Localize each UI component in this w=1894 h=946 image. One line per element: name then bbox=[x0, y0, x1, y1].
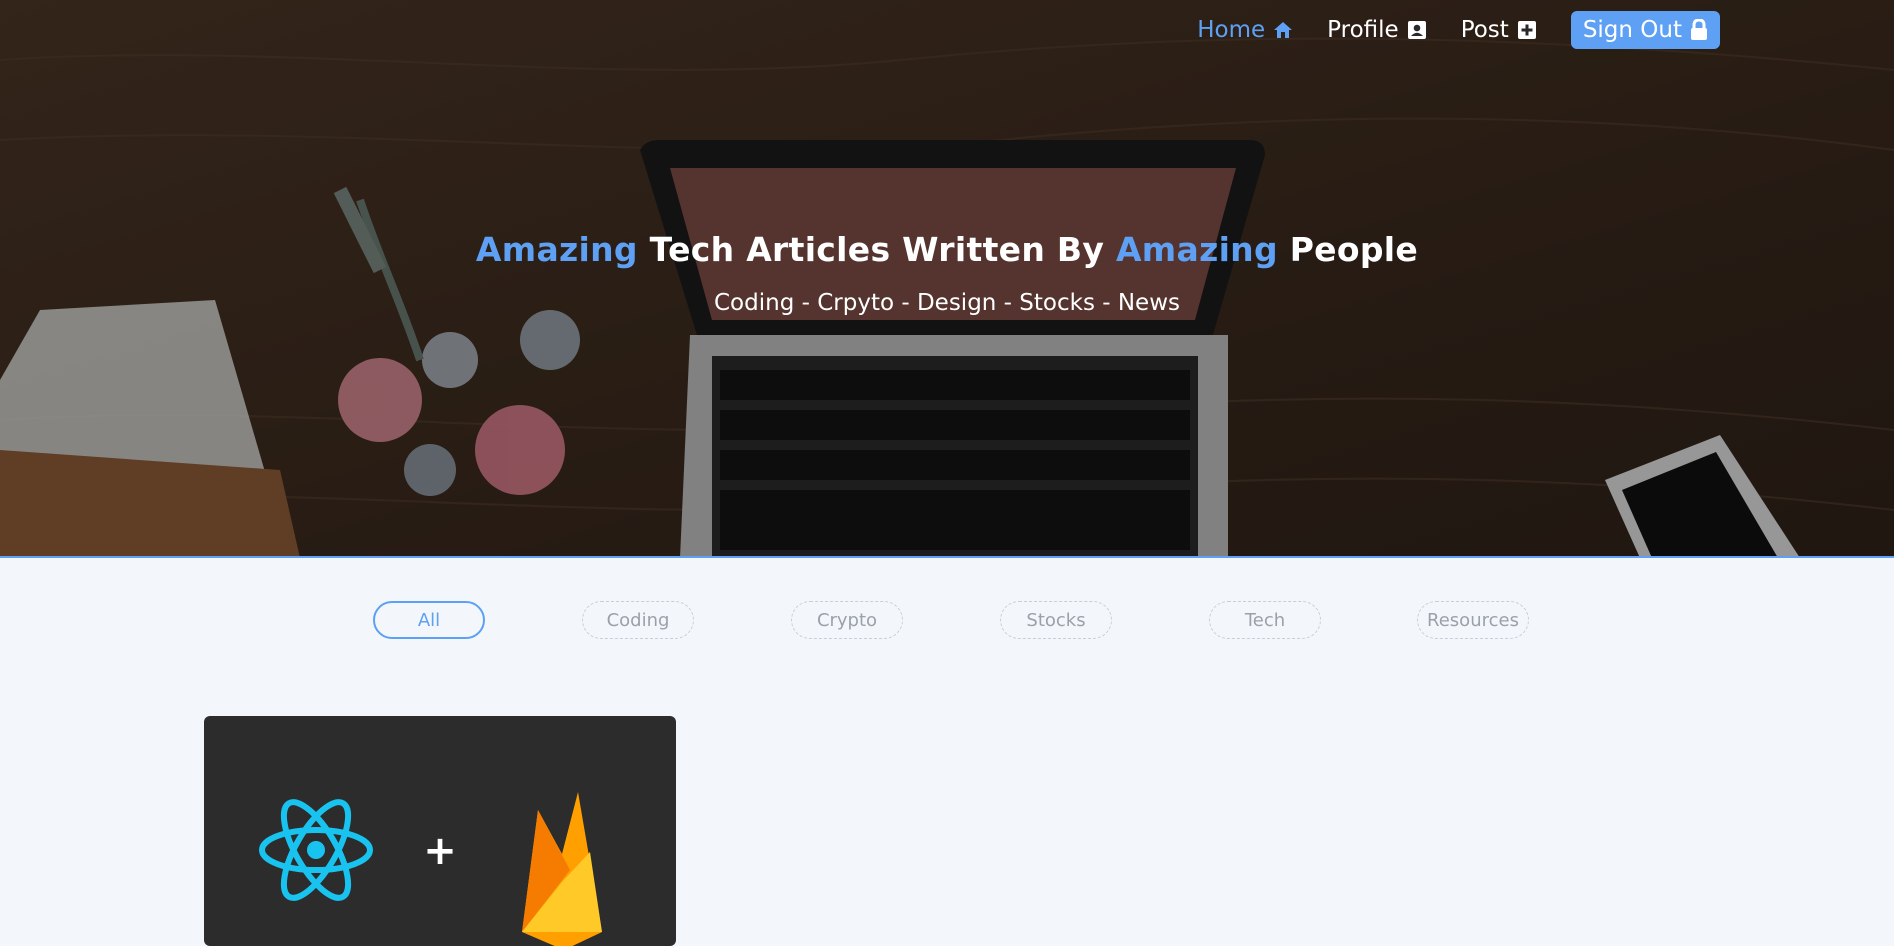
filter-chip-resources[interactable]: Resources bbox=[1417, 601, 1529, 639]
plus-symbol: + bbox=[423, 828, 457, 874]
top-nav: Home Profile Post Sign Out bbox=[1163, 10, 1720, 50]
filter-chip-stocks[interactable]: Stocks bbox=[1000, 601, 1112, 639]
user-card-icon bbox=[1407, 20, 1427, 40]
hero-title-end: People bbox=[1277, 230, 1419, 269]
hero-title: Amazing Tech Articles Written By Amazing… bbox=[0, 230, 1894, 269]
nav-post-link[interactable]: Post bbox=[1461, 17, 1537, 43]
article-card[interactable]: + bbox=[204, 716, 676, 946]
hero-subtitle: Coding - Crpyto - Design - Stocks - News bbox=[714, 290, 1180, 316]
nav-profile-label: Profile bbox=[1327, 17, 1399, 43]
nav-profile-link[interactable]: Profile bbox=[1327, 17, 1427, 43]
nav-home-link[interactable]: Home bbox=[1197, 17, 1293, 43]
category-filters: All Coding Crypto Stocks Tech Resources bbox=[373, 601, 1529, 639]
hero-title-middle: Tech Articles Written By bbox=[637, 230, 1116, 269]
react-logo bbox=[259, 799, 373, 901]
hero-title-accent-2: Amazing bbox=[1115, 230, 1278, 269]
filter-chip-all[interactable]: All bbox=[373, 601, 485, 639]
hero-banner: Home Profile Post Sign Out Amazing Tech … bbox=[0, 0, 1894, 558]
hero-title-accent-1: Amazing bbox=[475, 230, 638, 269]
filter-chip-crypto[interactable]: Crypto bbox=[791, 601, 903, 639]
article-card-image: + bbox=[259, 792, 602, 946]
sign-out-label: Sign Out bbox=[1582, 17, 1682, 43]
hero-overlay bbox=[0, 0, 1894, 556]
nav-post-label: Post bbox=[1460, 17, 1509, 43]
nav-home-label: Home bbox=[1197, 17, 1266, 43]
home-icon bbox=[1273, 20, 1293, 40]
sign-out-button[interactable]: Sign Out bbox=[1570, 11, 1720, 49]
filter-chip-coding[interactable]: Coding bbox=[582, 601, 694, 639]
firebase-logo bbox=[522, 792, 602, 946]
lock-icon bbox=[1690, 18, 1708, 41]
plus-square-icon bbox=[1517, 20, 1537, 40]
filter-chip-tech[interactable]: Tech bbox=[1209, 601, 1321, 639]
